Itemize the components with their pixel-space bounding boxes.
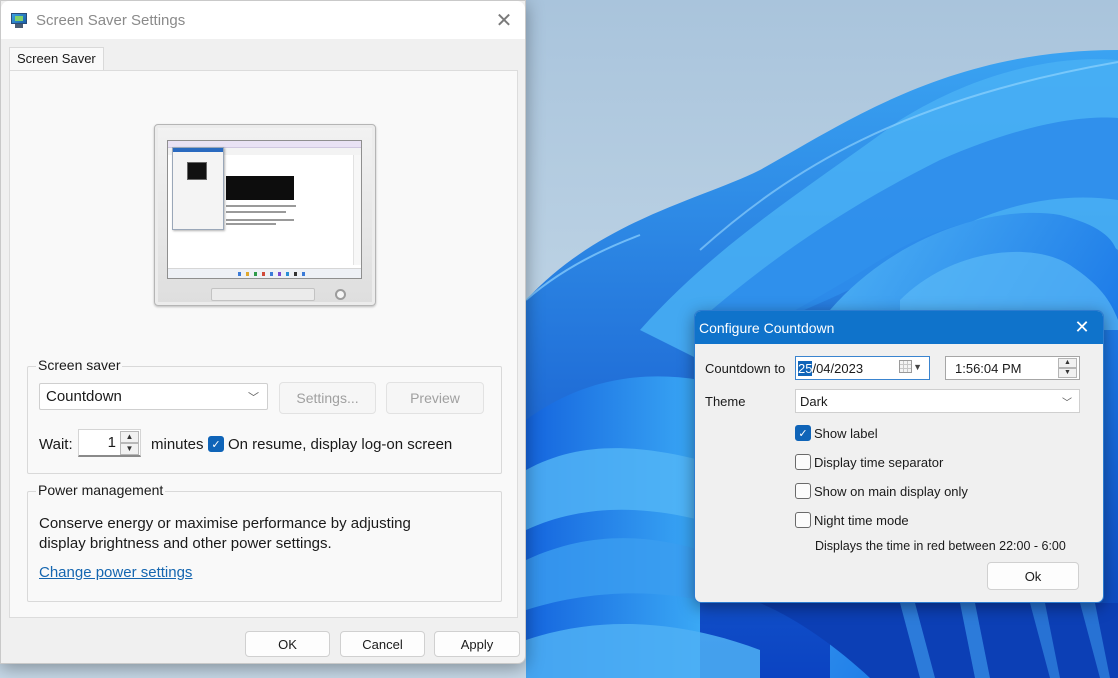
close-icon[interactable]: ✕ — [489, 5, 519, 35]
time-value[interactable]: 1:56:04 PM — [955, 361, 1022, 376]
calendar-icon — [899, 360, 913, 373]
date-day-selected[interactable]: 25 — [798, 360, 813, 376]
theme-selected-value: Dark — [800, 393, 828, 409]
chevron-down-icon: ﹀ — [248, 392, 259, 404]
chevron-down-icon: ﹀ — [1062, 398, 1072, 409]
settings-button[interactable]: Settings... — [279, 382, 376, 414]
screen-saver-preview-monitor — [154, 124, 376, 306]
on-resume-label[interactable]: On resume, display log-on screen — [228, 436, 452, 453]
countdown-ok-button[interactable]: Ok — [987, 562, 1079, 590]
screen-saver-settings-window: Screen Saver Settings ✕ Screen Saver Scr… — [0, 0, 526, 664]
change-power-settings-link[interactable]: Change power settings — [39, 564, 192, 581]
cancel-button[interactable]: Cancel — [340, 631, 425, 657]
countdown-to-label: Countdown to — [705, 361, 786, 376]
power-management-group: Power management Conserve energy or maxi… — [27, 482, 502, 602]
show-on-main-display-label[interactable]: Show on main display only — [814, 484, 968, 499]
display-time-separator-label[interactable]: Display time separator — [814, 455, 943, 470]
countdown-window-title: Configure Countdown — [699, 319, 835, 336]
dialog-footer: OK Cancel Apply — [1, 621, 525, 663]
ok-button[interactable]: OK — [245, 631, 330, 657]
monitor-stand — [211, 288, 315, 301]
calendar-dropdown-button[interactable]: ▼ — [899, 360, 922, 373]
tab-screen-saver[interactable]: Screen Saver — [9, 47, 104, 71]
date-rest[interactable]: /04/2023 — [812, 361, 863, 376]
tab-panel-screen-saver: Screen saver Countdown ﹀ Settings... Pre… — [9, 70, 518, 618]
monitor-power-button-icon — [335, 289, 346, 300]
screen-saver-selected-value: Countdown — [46, 388, 122, 405]
minutes-label: minutes — [151, 436, 204, 453]
time-up-icon[interactable]: ▲ — [1058, 358, 1077, 368]
theme-label: Theme — [705, 394, 746, 409]
preview-button[interactable]: Preview — [386, 382, 484, 414]
screen-saver-monitor-icon — [10, 11, 28, 29]
show-label-label[interactable]: Show label — [814, 426, 878, 441]
tab-strip: Screen Saver — [9, 47, 104, 71]
stepper-down-icon[interactable]: ▼ — [120, 443, 139, 455]
night-mode-note: Displays the time in red between 22:00 -… — [815, 539, 1066, 553]
countdown-date-picker[interactable]: 25/04/2023 ▼ — [795, 356, 930, 380]
screen-saver-group: Screen saver Countdown ﹀ Settings... Pre… — [27, 357, 502, 474]
wait-label: Wait: — [39, 436, 73, 453]
title-bar[interactable]: Screen Saver Settings ✕ — [1, 1, 525, 39]
screen-saver-dropdown[interactable]: Countdown ﹀ — [39, 383, 268, 410]
window-title: Screen Saver Settings — [36, 11, 186, 29]
night-time-mode-checkbox[interactable] — [795, 512, 811, 528]
power-management-legend: Power management — [36, 482, 166, 498]
time-down-icon[interactable]: ▼ — [1058, 368, 1077, 378]
close-icon[interactable]: ✕ — [1069, 314, 1095, 340]
power-management-description: Conserve energy or maximise performance … — [39, 515, 411, 552]
preview-screen — [167, 140, 362, 279]
display-time-separator-checkbox[interactable] — [795, 454, 811, 470]
theme-dropdown[interactable]: Dark ﹀ — [795, 389, 1080, 413]
apply-button[interactable]: Apply — [434, 631, 520, 657]
wait-minutes-stepper[interactable]: 1 ▲ ▼ — [78, 429, 141, 457]
countdown-time-picker[interactable]: 1:56:04 PM ▲ ▼ — [945, 356, 1080, 380]
show-on-main-display-checkbox[interactable] — [795, 483, 811, 499]
caret-down-icon: ▼ — [913, 361, 922, 372]
configure-countdown-window: Configure Countdown ✕ Countdown to 25/04… — [694, 310, 1104, 603]
stepper-up-icon[interactable]: ▲ — [120, 431, 139, 443]
wait-minutes-value[interactable]: 1 — [108, 434, 116, 451]
on-resume-checkbox[interactable]: ✓ — [208, 436, 224, 452]
screen-saver-group-legend: Screen saver — [36, 357, 123, 373]
show-label-checkbox[interactable]: ✓ — [795, 425, 811, 441]
night-time-mode-label[interactable]: Night time mode — [814, 513, 909, 528]
countdown-title-bar[interactable]: Configure Countdown ✕ — [695, 311, 1103, 344]
